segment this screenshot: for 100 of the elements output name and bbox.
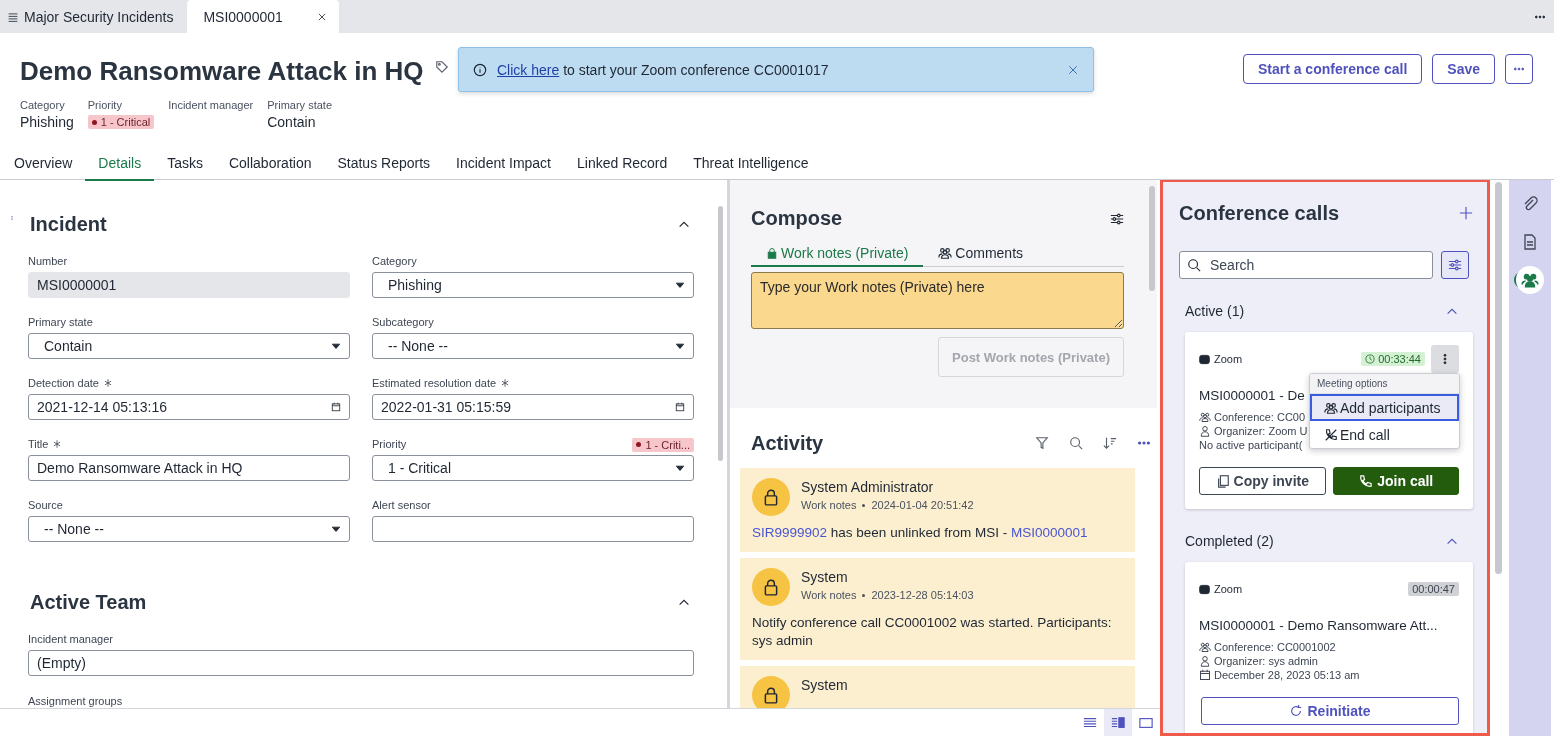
list-view-icon bbox=[1083, 715, 1097, 730]
field-label: Estimated resolution date bbox=[372, 377, 497, 389]
toast-link[interactable]: Click here bbox=[497, 61, 560, 78]
select-field[interactable]: Contain bbox=[28, 333, 350, 359]
field-label: Number bbox=[28, 255, 68, 267]
record-link[interactable]: MSI0000001 bbox=[1010, 525, 1088, 540]
record-tab[interactable]: Tasks bbox=[154, 147, 216, 181]
group-title: Active (1) bbox=[1185, 303, 1245, 319]
search-icon bbox=[1187, 258, 1201, 272]
header-button[interactable]: Save bbox=[1432, 54, 1495, 84]
select-field[interactable]: -- None -- bbox=[372, 333, 694, 359]
close-icon bbox=[316, 11, 327, 22]
record-tab[interactable]: Linked Record bbox=[564, 147, 681, 181]
calendar-icon bbox=[675, 402, 685, 412]
drag-handle-icon bbox=[10, 216, 14, 220]
window-tab[interactable]: MSI0000001 bbox=[187, 0, 339, 33]
entry-type: Work notes bbox=[801, 499, 857, 511]
scrollbar[interactable] bbox=[1495, 182, 1502, 574]
section-title: Compose bbox=[751, 207, 843, 230]
call-detail: No active participant( bbox=[1199, 439, 1303, 451]
record-tab[interactable]: Status Reports bbox=[324, 147, 444, 181]
input-field[interactable] bbox=[372, 516, 694, 542]
settings-icon bbox=[1110, 211, 1124, 226]
toast-message: Click here to start your Zoom conference CC0001017 bbox=[497, 61, 829, 78]
add-icon bbox=[1459, 206, 1473, 220]
meta-label: Incident manager bbox=[168, 99, 254, 111]
call-detail: December 28, 2023 05:13 am bbox=[1214, 669, 1360, 681]
person-icon bbox=[1199, 425, 1211, 437]
field-label: Assignment groups bbox=[28, 695, 124, 707]
scrollbar[interactable] bbox=[1149, 186, 1155, 291]
entry-text: SIR9999902 has been unlinked from MSI - MSI0000001 bbox=[752, 524, 1089, 542]
document-icon bbox=[1522, 234, 1538, 250]
more-button[interactable] bbox=[1505, 54, 1533, 84]
rail-button[interactable] bbox=[1516, 266, 1544, 294]
list-icon bbox=[8, 11, 18, 22]
record-tab[interactable]: Details bbox=[85, 147, 155, 181]
scrollbar[interactable] bbox=[718, 206, 723, 461]
call-button[interactable]: Copy invite bbox=[1199, 467, 1326, 495]
tag-icon bbox=[434, 60, 449, 74]
caret-down-icon bbox=[331, 524, 341, 534]
record-tab[interactable]: Threat Intelligence bbox=[680, 147, 822, 181]
select-field[interactable]: 1 - Critical bbox=[372, 455, 694, 481]
calendar-icon bbox=[331, 402, 341, 412]
menu-item[interactable]: End call bbox=[1310, 421, 1459, 448]
lock-icon bbox=[762, 578, 780, 596]
compose-tab[interactable]: Work notes (Private) bbox=[751, 241, 924, 267]
call-button[interactable]: Join call bbox=[1332, 467, 1459, 495]
menu-title: Meeting options bbox=[1310, 374, 1459, 394]
select-field[interactable]: -- None -- bbox=[28, 516, 350, 542]
entry-text: Notify conference call CC0001002 was started. Participants: sys admin bbox=[752, 614, 1113, 650]
lock-icon bbox=[762, 686, 780, 704]
lock-icon bbox=[762, 488, 780, 506]
call-detail: Conference: CC00 bbox=[1214, 411, 1306, 423]
call-title: MSI0000001 - Demo Ransomware Att... bbox=[1199, 618, 1438, 633]
caret-down-icon bbox=[675, 463, 685, 473]
call-detail: Organizer: Zoom U bbox=[1214, 425, 1308, 437]
call-detail: Conference: CC0001002 bbox=[1214, 641, 1336, 653]
date-field[interactable]: 2022-01-31 05:15:59 bbox=[372, 394, 694, 420]
call-button[interactable]: Reinitiate bbox=[1201, 697, 1459, 725]
caret-down-icon bbox=[675, 280, 685, 290]
meta-value: Contain bbox=[267, 114, 317, 130]
filter-button[interactable] bbox=[1441, 251, 1469, 279]
section-title: Activity bbox=[751, 431, 824, 455]
record-tab[interactable]: Collaboration bbox=[215, 147, 325, 181]
sort-icon bbox=[1103, 436, 1117, 450]
meta-label: Category bbox=[20, 99, 66, 111]
select-field[interactable]: Phishing bbox=[372, 272, 694, 298]
caret-down-icon bbox=[331, 341, 341, 351]
menu-item[interactable]: Add participants bbox=[1310, 394, 1459, 421]
readonly-field[interactable]: MSI0000001 bbox=[28, 272, 350, 298]
duration-badge: 00:00:47 bbox=[1408, 582, 1459, 596]
paperclip-icon bbox=[1522, 196, 1538, 212]
field-label: Incident manager bbox=[28, 633, 113, 645]
search-icon bbox=[1069, 436, 1083, 450]
field-label: Subcategory bbox=[372, 316, 434, 328]
compose-tab[interactable]: Comments bbox=[923, 241, 1039, 267]
meta-label: Primary state bbox=[267, 99, 332, 111]
copy-icon bbox=[1215, 474, 1230, 488]
window-tab[interactable]: Major Security Incidents bbox=[0, 0, 188, 33]
person-icon bbox=[1199, 655, 1211, 667]
sliders-icon bbox=[1448, 258, 1462, 272]
record-link[interactable]: SIR9999902 bbox=[752, 525, 828, 540]
record-title: Demo Ransomware Attack in HQ bbox=[20, 55, 424, 87]
input-field[interactable]: (Empty) bbox=[28, 650, 694, 676]
date-field[interactable]: 2021-12-14 05:13:16 bbox=[28, 394, 350, 420]
work-notes-field[interactable]: Type your Work notes (Private) here bbox=[751, 272, 1124, 329]
video-icon bbox=[1199, 353, 1210, 365]
people-icon bbox=[1199, 411, 1211, 423]
view-mode-button[interactable] bbox=[1104, 709, 1132, 736]
split-view-icon bbox=[1111, 715, 1125, 730]
record-tab[interactable]: Incident Impact bbox=[443, 147, 564, 181]
record-tab[interactable]: Overview bbox=[1, 147, 86, 181]
search-field[interactable]: Search bbox=[1179, 251, 1433, 279]
field-label: Priority bbox=[372, 438, 407, 450]
header-button[interactable]: Start a conference call bbox=[1242, 54, 1423, 84]
entry-type: Work notes bbox=[801, 589, 857, 601]
provider-name: Zoom bbox=[1214, 353, 1243, 365]
close-icon bbox=[1067, 63, 1079, 76]
input-field[interactable]: Demo Ransomware Attack in HQ bbox=[28, 455, 350, 481]
field-label: Title bbox=[28, 438, 49, 450]
